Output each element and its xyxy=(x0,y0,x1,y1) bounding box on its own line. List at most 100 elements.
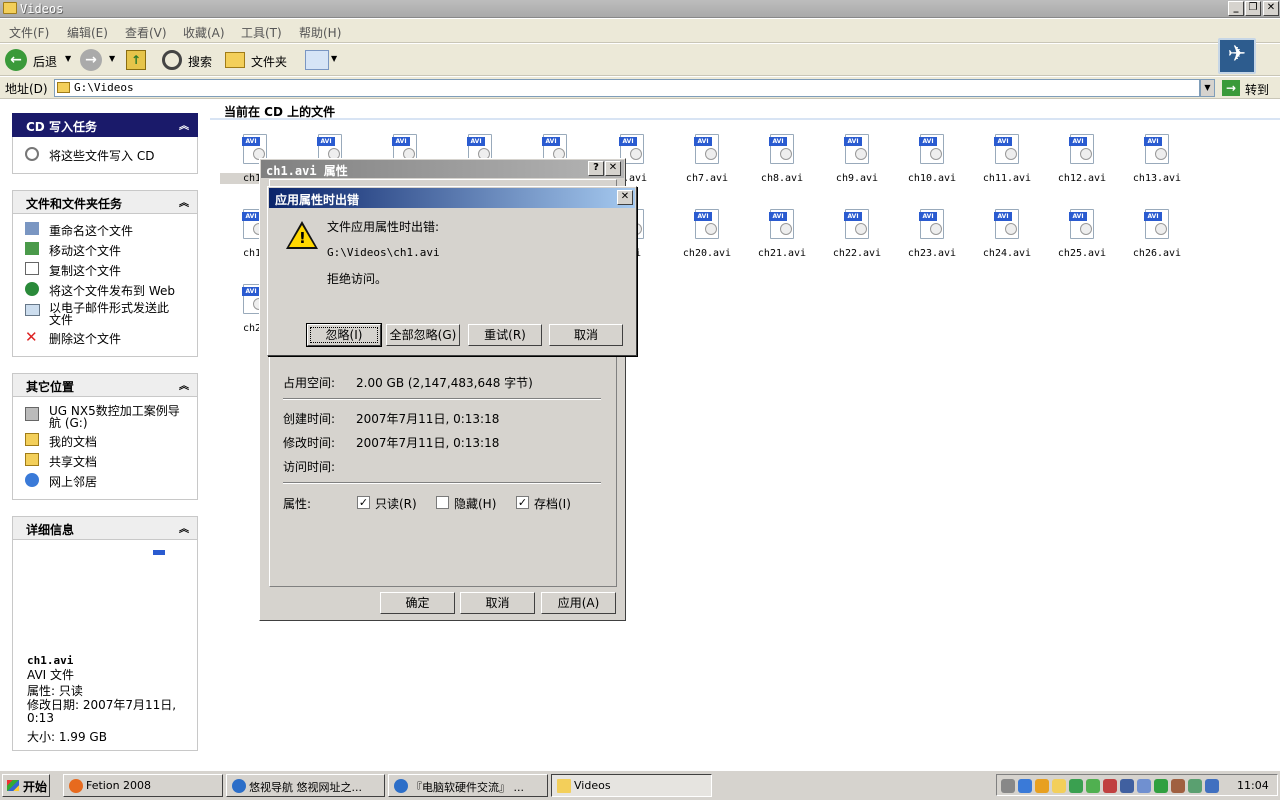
tray-app-icon[interactable] xyxy=(1171,779,1185,793)
file-item[interactable]: AVI ch12.avi xyxy=(1047,134,1117,190)
disc-icon xyxy=(855,223,867,235)
task-move[interactable]: 移动这个文件 xyxy=(49,242,121,259)
back-button[interactable]: 后退 xyxy=(33,53,57,70)
tray-app-icon[interactable] xyxy=(1137,779,1151,793)
task-delete[interactable]: 删除这个文件 xyxy=(49,330,121,347)
collapse-icon[interactable]: ︽ xyxy=(179,377,189,392)
cd-tasks-header[interactable]: CD 写入任务 ︽ xyxy=(12,113,198,137)
error-close-button[interactable]: ✕ xyxy=(617,190,633,205)
go-button[interactable]: 转到 xyxy=(1245,81,1269,98)
readonly-label[interactable]: 只读(R) xyxy=(375,495,417,512)
minimize-button[interactable]: _ xyxy=(1228,1,1244,16)
disc-icon xyxy=(780,223,792,235)
tray-app-icon[interactable] xyxy=(1035,779,1049,793)
up-folder-icon[interactable]: ↑ xyxy=(126,50,146,70)
place-shared-documents[interactable]: 共享文档 xyxy=(49,453,97,470)
menu-help[interactable]: 帮助(H) xyxy=(299,24,341,41)
archive-checkbox[interactable]: ✓ xyxy=(516,496,529,509)
retry-button[interactable]: 重试(R) xyxy=(468,324,542,346)
folders-button[interactable]: 文件夹 xyxy=(251,53,287,70)
error-cancel-button[interactable]: 取消 xyxy=(549,324,623,346)
file-item[interactable]: AVI ch24.avi xyxy=(972,209,1042,265)
menu-view[interactable]: 查看(V) xyxy=(125,24,167,41)
task-write-cd[interactable]: 将这些文件写入 CD xyxy=(49,147,154,164)
address-input[interactable] xyxy=(54,79,1200,97)
details-header[interactable]: 详细信息 ︽ xyxy=(12,516,198,540)
ignore-button[interactable]: 忽略(I) xyxy=(307,324,381,346)
file-item[interactable]: AVI ch11.avi xyxy=(972,134,1042,190)
task-publish-web[interactable]: 将这个文件发布到 Web xyxy=(49,282,175,299)
menu-file[interactable]: 文件(F) xyxy=(9,24,49,41)
network-status-icon[interactable] xyxy=(1120,779,1134,793)
cancel-button[interactable]: 取消 xyxy=(460,592,535,614)
place-network[interactable]: 网上邻居 xyxy=(49,473,97,490)
collapse-icon[interactable]: ︽ xyxy=(179,194,189,209)
file-item[interactable]: AVI ch23.avi xyxy=(897,209,967,265)
tray-app-icon[interactable] xyxy=(1188,779,1202,793)
ok-button[interactable]: 确定 xyxy=(380,592,455,614)
task-copy[interactable]: 复制这个文件 xyxy=(49,262,121,279)
apply-button[interactable]: 应用(A) xyxy=(541,592,616,614)
taskbar-item-ie-2[interactable]: 『电脑软硬件交流』 ... xyxy=(388,774,548,797)
file-tasks-header[interactable]: 文件和文件夹任务 ︽ xyxy=(12,190,198,214)
tray-app-icon[interactable] xyxy=(1154,779,1168,793)
taskbar-item-videos[interactable]: Videos xyxy=(551,774,712,797)
place-my-documents[interactable]: 我的文档 xyxy=(49,433,97,450)
folders-icon[interactable] xyxy=(225,52,245,68)
clock: 11:04 xyxy=(1237,779,1269,792)
file-item[interactable]: AVI ch22.avi xyxy=(822,209,892,265)
tray-app-icon[interactable] xyxy=(1086,779,1100,793)
close-button[interactable]: ✕ xyxy=(1263,1,1279,16)
taskbar-item-ie-1[interactable]: 悠视导航 悠视网址之... xyxy=(226,774,385,797)
tray-app-icon[interactable] xyxy=(1205,779,1219,793)
file-item[interactable]: AVI ch8.avi xyxy=(747,134,817,190)
file-item[interactable]: AVI ch9.avi xyxy=(822,134,892,190)
views-dropdown-icon[interactable]: ▼ xyxy=(331,54,337,63)
search-button[interactable]: 搜索 xyxy=(188,53,212,70)
file-item[interactable]: AVI ch26.avi xyxy=(1122,209,1192,265)
tray-app-icon[interactable] xyxy=(1018,779,1032,793)
properties-title: ch1.avi 属性 xyxy=(266,164,348,178)
qq-icon[interactable] xyxy=(1052,779,1066,793)
hidden-label[interactable]: 隐藏(H) xyxy=(454,495,496,512)
ignore-all-button[interactable]: 全部忽略(G) xyxy=(386,324,460,346)
collapse-icon[interactable]: ︽ xyxy=(179,520,189,535)
address-value[interactable]: G:\Videos xyxy=(74,81,134,94)
file-item[interactable]: AVI ch21.avi xyxy=(747,209,817,265)
file-item[interactable]: AVI ch25.avi xyxy=(1047,209,1117,265)
taskbar-item-fetion[interactable]: Fetion 2008 xyxy=(63,774,223,797)
properties-close-button[interactable]: ✕ xyxy=(605,161,621,176)
menu-tools[interactable]: 工具(T) xyxy=(241,24,282,41)
file-name: ch7.avi xyxy=(685,173,729,184)
tray-app-icon[interactable] xyxy=(1103,779,1117,793)
keyboard-icon[interactable] xyxy=(1001,779,1015,793)
other-places-header[interactable]: 其它位置 ︽ xyxy=(12,373,198,397)
task-email[interactable]: 以电子邮件形式发送此文件 xyxy=(49,302,177,326)
collapse-icon[interactable]: ︽ xyxy=(179,117,189,132)
place-cd-drive[interactable]: UG NX5数控加工案例导航 (G:) xyxy=(49,405,189,429)
file-item[interactable]: AVI ch13.avi xyxy=(1122,134,1192,190)
views-icon[interactable] xyxy=(305,50,329,70)
maximize-button[interactable]: ❐ xyxy=(1245,1,1261,16)
task-rename[interactable]: 重命名这个文件 xyxy=(49,222,133,239)
forward-arrow-icon[interactable]: → xyxy=(80,49,102,71)
file-item[interactable]: AVI ch10.avi xyxy=(897,134,967,190)
go-arrow-icon[interactable]: → xyxy=(1222,80,1240,96)
address-dropdown-icon[interactable]: ▼ xyxy=(1200,79,1215,97)
file-item[interactable]: AVI ch7.avi xyxy=(672,134,742,190)
detail-type: AVI 文件 xyxy=(27,668,75,682)
avi-badge: AVI xyxy=(242,212,260,221)
file-item[interactable]: AVI ch20.avi xyxy=(672,209,742,265)
forward-dropdown-icon[interactable]: ▼ xyxy=(109,54,115,63)
hidden-checkbox[interactable] xyxy=(436,496,449,509)
readonly-checkbox[interactable]: ✓ xyxy=(357,496,370,509)
tray-app-icon[interactable] xyxy=(1069,779,1083,793)
help-button[interactable]: ? xyxy=(588,161,604,176)
search-icon[interactable] xyxy=(162,50,182,70)
menu-favorites[interactable]: 收藏(A) xyxy=(183,24,225,41)
start-button[interactable]: 开始 xyxy=(2,774,50,797)
back-dropdown-icon[interactable]: ▼ xyxy=(65,54,71,63)
menu-edit[interactable]: 编辑(E) xyxy=(67,24,108,41)
back-arrow-icon[interactable]: ← xyxy=(5,49,27,71)
archive-label[interactable]: 存档(I) xyxy=(534,495,571,512)
